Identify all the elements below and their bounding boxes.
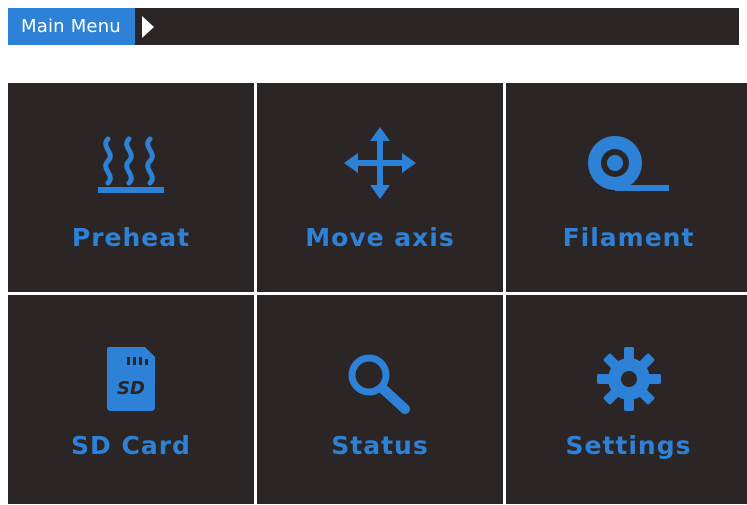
filament-label: Filament [562,223,695,252]
preheat-label: Preheat [71,223,191,252]
status-button[interactable]: Status [257,295,503,504]
move-arrows-icon [344,127,416,199]
move-axis-label: Move axis [305,223,455,252]
sd-card-icon: SD [107,347,155,411]
title-bar: Main Menu [8,8,739,45]
heat-icon [98,136,164,193]
settings-button[interactable]: Settings [506,295,747,504]
move-axis-button[interactable]: Move axis [257,83,503,292]
magnifier-icon [348,354,410,414]
settings-label: Settings [565,431,692,460]
filament-button[interactable]: Filament [506,83,747,292]
sd-card-label: SD Card [71,431,191,460]
status-label: Status [331,431,429,460]
gear-icon [596,347,661,411]
chevron-right-icon [141,15,154,38]
filament-spool-icon [587,136,669,191]
page-title: Main Menu [8,8,135,45]
svg-text:SD: SD [117,378,145,399]
preheat-button[interactable]: Preheat [8,83,254,292]
sd-card-button[interactable]: SD SD Card [8,295,254,504]
main-menu-grid: Preheat Move axis Filament SD SD Card St… [8,83,747,504]
